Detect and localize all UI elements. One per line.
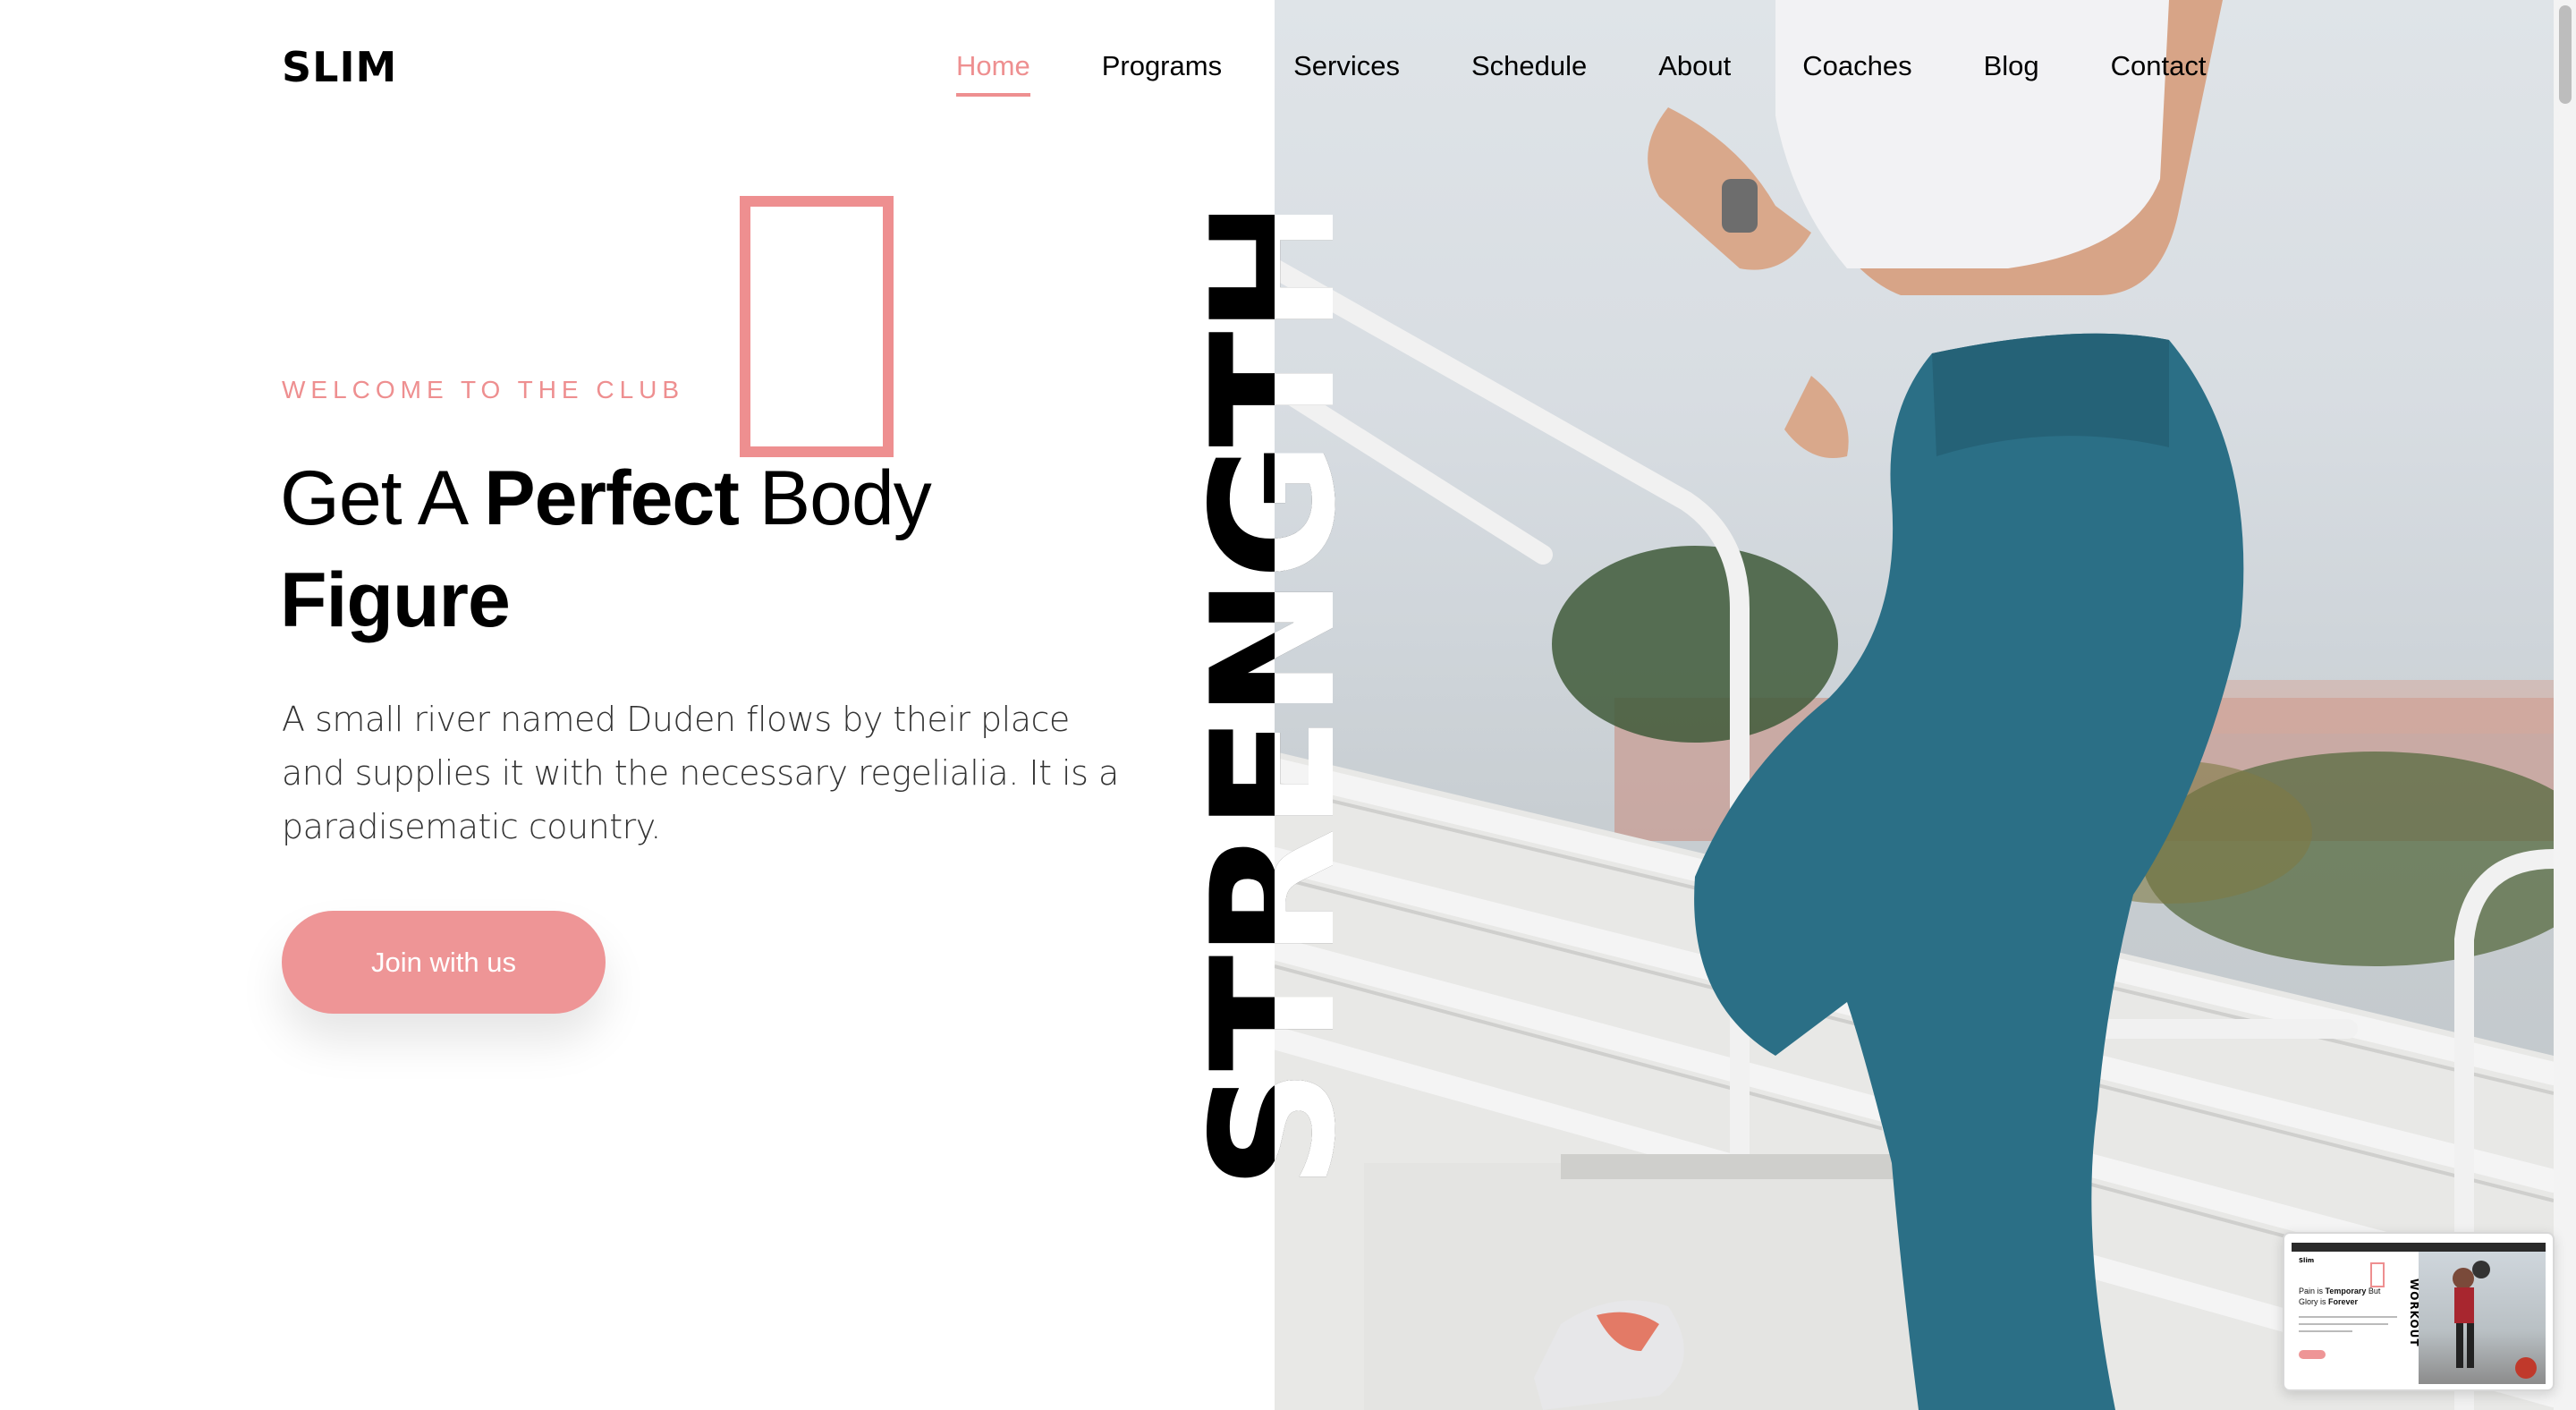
preview-logo: Slim (2299, 1257, 2315, 1264)
scrollbar-thumb[interactable] (2559, 5, 2572, 104)
nav-home[interactable]: Home (956, 50, 1030, 104)
nav-coaches[interactable]: Coaches (1802, 50, 1911, 104)
hero-photo-art (1275, 0, 2554, 1410)
theme-preview-thumbnail[interactable]: colorlib Slim Pain is Temporary But Glor… (2283, 1232, 2555, 1391)
decorative-frame (740, 196, 894, 457)
nav-services[interactable]: Services (1293, 50, 1400, 104)
hero-headline: Get A Perfect Body Figure (280, 447, 1085, 651)
headline-line-2: Figure (280, 557, 511, 643)
headline-text-1: Get A (280, 455, 485, 541)
headline-text-2: Body (738, 455, 932, 541)
preview-headline-bold-1: Temporary (2325, 1287, 2367, 1295)
hero-description: A small river named Duden flows by their… (282, 700, 1119, 846)
vertical-word-text-light: STRENGTH (1275, 215, 1355, 1190)
hero-eyebrow: WELCOME TO THE CLUB (282, 376, 685, 403)
preview-photo (2419, 1252, 2546, 1384)
headline-bold: Perfect (484, 455, 740, 541)
nav-contact[interactable]: Contact (2111, 50, 2207, 104)
scrollbar-track[interactable] (2554, 0, 2576, 1410)
nav-schedule[interactable]: Schedule (1471, 50, 1587, 104)
preview-text-line (2299, 1330, 2352, 1332)
site-logo[interactable]: SLIM (282, 43, 397, 91)
preview-topbar: colorlib (2292, 1243, 2546, 1259)
preview-headline-text-1: Pain is (2299, 1287, 2326, 1295)
preview-text-line (2299, 1323, 2388, 1325)
preview-photo-art (2453, 1261, 2537, 1379)
nav-blog[interactable]: Blog (1984, 50, 2039, 104)
preview-button (2299, 1350, 2326, 1359)
hero-photo (1275, 0, 2554, 1410)
preview-text-line (2299, 1316, 2397, 1318)
nav-about[interactable]: About (1658, 50, 1731, 104)
preview-decorative-frame (2370, 1262, 2385, 1287)
preview-headline-bold-2: Forever (2328, 1297, 2359, 1306)
main-nav: Home Programs Services Schedule About Co… (956, 50, 2278, 104)
page: SLIM Home Programs Services Schedule Abo… (0, 0, 2576, 1410)
join-button[interactable]: Join with us (282, 911, 606, 1014)
preview-headline: Pain is Temporary But Glory is Forever (2299, 1286, 2397, 1307)
vertical-word-light-inner: STRENGTH (1275, 215, 1355, 1190)
vertical-word-light: STRENGTH (1275, 215, 1355, 1190)
preview-left-panel: Slim Pain is Temporary But Glory is Fore… (2292, 1252, 2420, 1384)
nav-programs[interactable]: Programs (1102, 50, 1222, 104)
